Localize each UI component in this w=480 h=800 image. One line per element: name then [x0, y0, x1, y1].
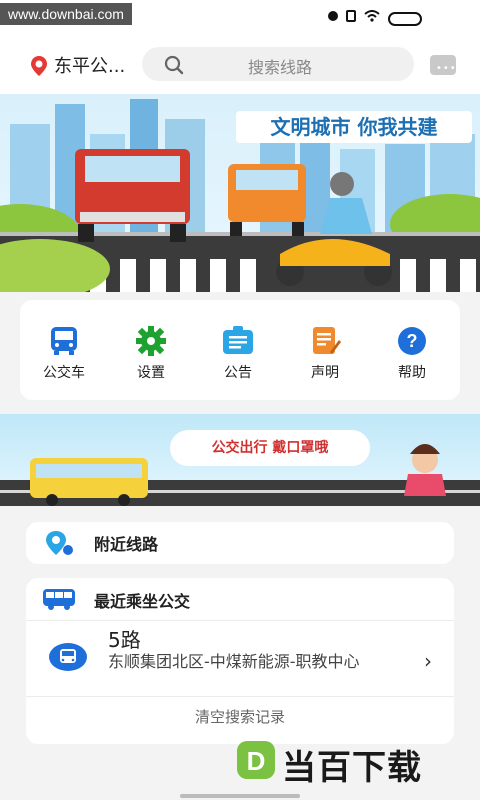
location-pin-icon[interactable] — [30, 55, 48, 77]
menu-label-help: 帮助 — [398, 365, 426, 381]
location-status-icon — [328, 11, 338, 21]
recent-rides-label: 最近乘坐公交 — [94, 592, 191, 611]
nearby-routes-label: 附近线路 — [94, 535, 159, 554]
watermark-bottom: 当百下载 — [282, 748, 422, 788]
menu-settings[interactable]: 设置 — [121, 326, 181, 382]
route-name: 5路 — [108, 628, 141, 652]
menu-label-notice: 公告 — [224, 365, 252, 381]
menu-help[interactable]: ? 帮助 — [382, 326, 442, 382]
menu-label-settings: 设置 — [137, 365, 165, 381]
watermark-logo-icon: D — [237, 741, 275, 779]
recent-bus-icon — [43, 589, 75, 610]
document-icon — [313, 327, 341, 354]
status-icons — [328, 10, 380, 22]
sim-status-icon — [346, 10, 356, 22]
banner-slogan: 文明城市 你我共建 — [236, 111, 472, 143]
message-dots: ••• — [436, 63, 457, 74]
help-icon: ? — [398, 327, 426, 355]
search-placeholder: 搜索线路 — [247, 58, 312, 77]
menu-bus[interactable]: 公交车 — [34, 326, 94, 382]
nearby-location-icon — [46, 531, 73, 555]
wifi-icon — [364, 10, 380, 22]
route-bus-icon — [49, 643, 87, 671]
menu-notice[interactable]: 公告 — [208, 326, 268, 382]
home-indicator[interactable] — [180, 794, 300, 798]
bus-icon — [51, 327, 77, 355]
battery-icon — [388, 12, 422, 26]
watermark-top: www.downbai.com — [0, 3, 132, 25]
divider — [26, 696, 454, 697]
notice-icon — [223, 326, 253, 354]
menu-statement[interactable]: 声明 — [295, 326, 355, 382]
gear-icon — [136, 326, 166, 356]
menu-label-statement: 声明 — [311, 365, 339, 381]
nearby-routes-card[interactable] — [26, 522, 454, 564]
mask-banner-text: 公交出行 戴口罩哦 — [170, 430, 370, 466]
svg-text:?: ? — [407, 331, 418, 351]
city-selector[interactable]: 东平公... — [54, 52, 125, 78]
svg-text:D: D — [247, 746, 266, 776]
chevron-right-icon: › — [424, 649, 432, 673]
search-icon — [164, 55, 184, 75]
route-description: 东顺集团北区-中煤新能源-职教中心 — [108, 652, 360, 671]
clear-history-button[interactable]: 清空搜索记录 — [150, 706, 330, 727]
menu-label-bus: 公交车 — [43, 365, 85, 381]
